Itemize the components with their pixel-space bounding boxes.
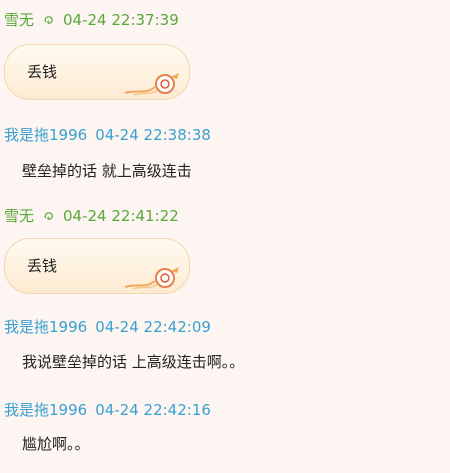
timestamp: 04-24 22:38:38 xyxy=(95,126,211,144)
timestamp: 04-24 22:41:22 xyxy=(63,207,179,225)
message-bubble[interactable]: 丢钱 xyxy=(4,238,190,294)
sender-name[interactable]: 我是拖1996 xyxy=(4,401,87,419)
timestamp: 04-24 22:42:09 xyxy=(95,318,211,336)
message-text: 丢钱 xyxy=(27,257,58,275)
sender-name[interactable]: 雪无 xyxy=(4,207,34,225)
sender-name[interactable]: 我是拖1996 xyxy=(4,126,87,144)
message-text: 我说壁垒掉的话 上高级连击啊。。 xyxy=(22,353,245,371)
sender-name[interactable]: 雪无 xyxy=(4,11,34,29)
swirl-icon xyxy=(44,212,53,220)
message-header: 我是拖1996 04-24 22:38:38 xyxy=(4,125,211,145)
message-text: 丢钱 xyxy=(27,63,58,81)
message-header: 雪无 04-24 22:41:22 xyxy=(4,206,179,226)
message-header: 我是拖1996 04-24 22:42:16 xyxy=(4,400,211,420)
message-header: 我是拖1996 04-24 22:42:09 xyxy=(4,317,211,337)
timestamp: 04-24 22:42:16 xyxy=(95,401,211,419)
timestamp: 04-24 22:37:39 xyxy=(63,11,179,29)
message-header: 雪无 04-24 22:37:39 xyxy=(4,10,179,30)
message-text: 尴尬啊。。 xyxy=(22,435,90,453)
sender-name[interactable]: 我是拖1996 xyxy=(4,318,87,336)
message-text: 壁垒掉的话 就上高级连击 xyxy=(22,162,192,180)
swirl-icon xyxy=(44,16,53,24)
ribbon-decoration-icon xyxy=(124,73,179,96)
message-bubble[interactable]: 丢钱 xyxy=(4,44,190,100)
chat-log: 雪无 04-24 22:37:39 丢钱 我是拖1996 04-24 22:38:3… xyxy=(0,0,450,473)
ribbon-decoration-icon xyxy=(124,267,179,290)
